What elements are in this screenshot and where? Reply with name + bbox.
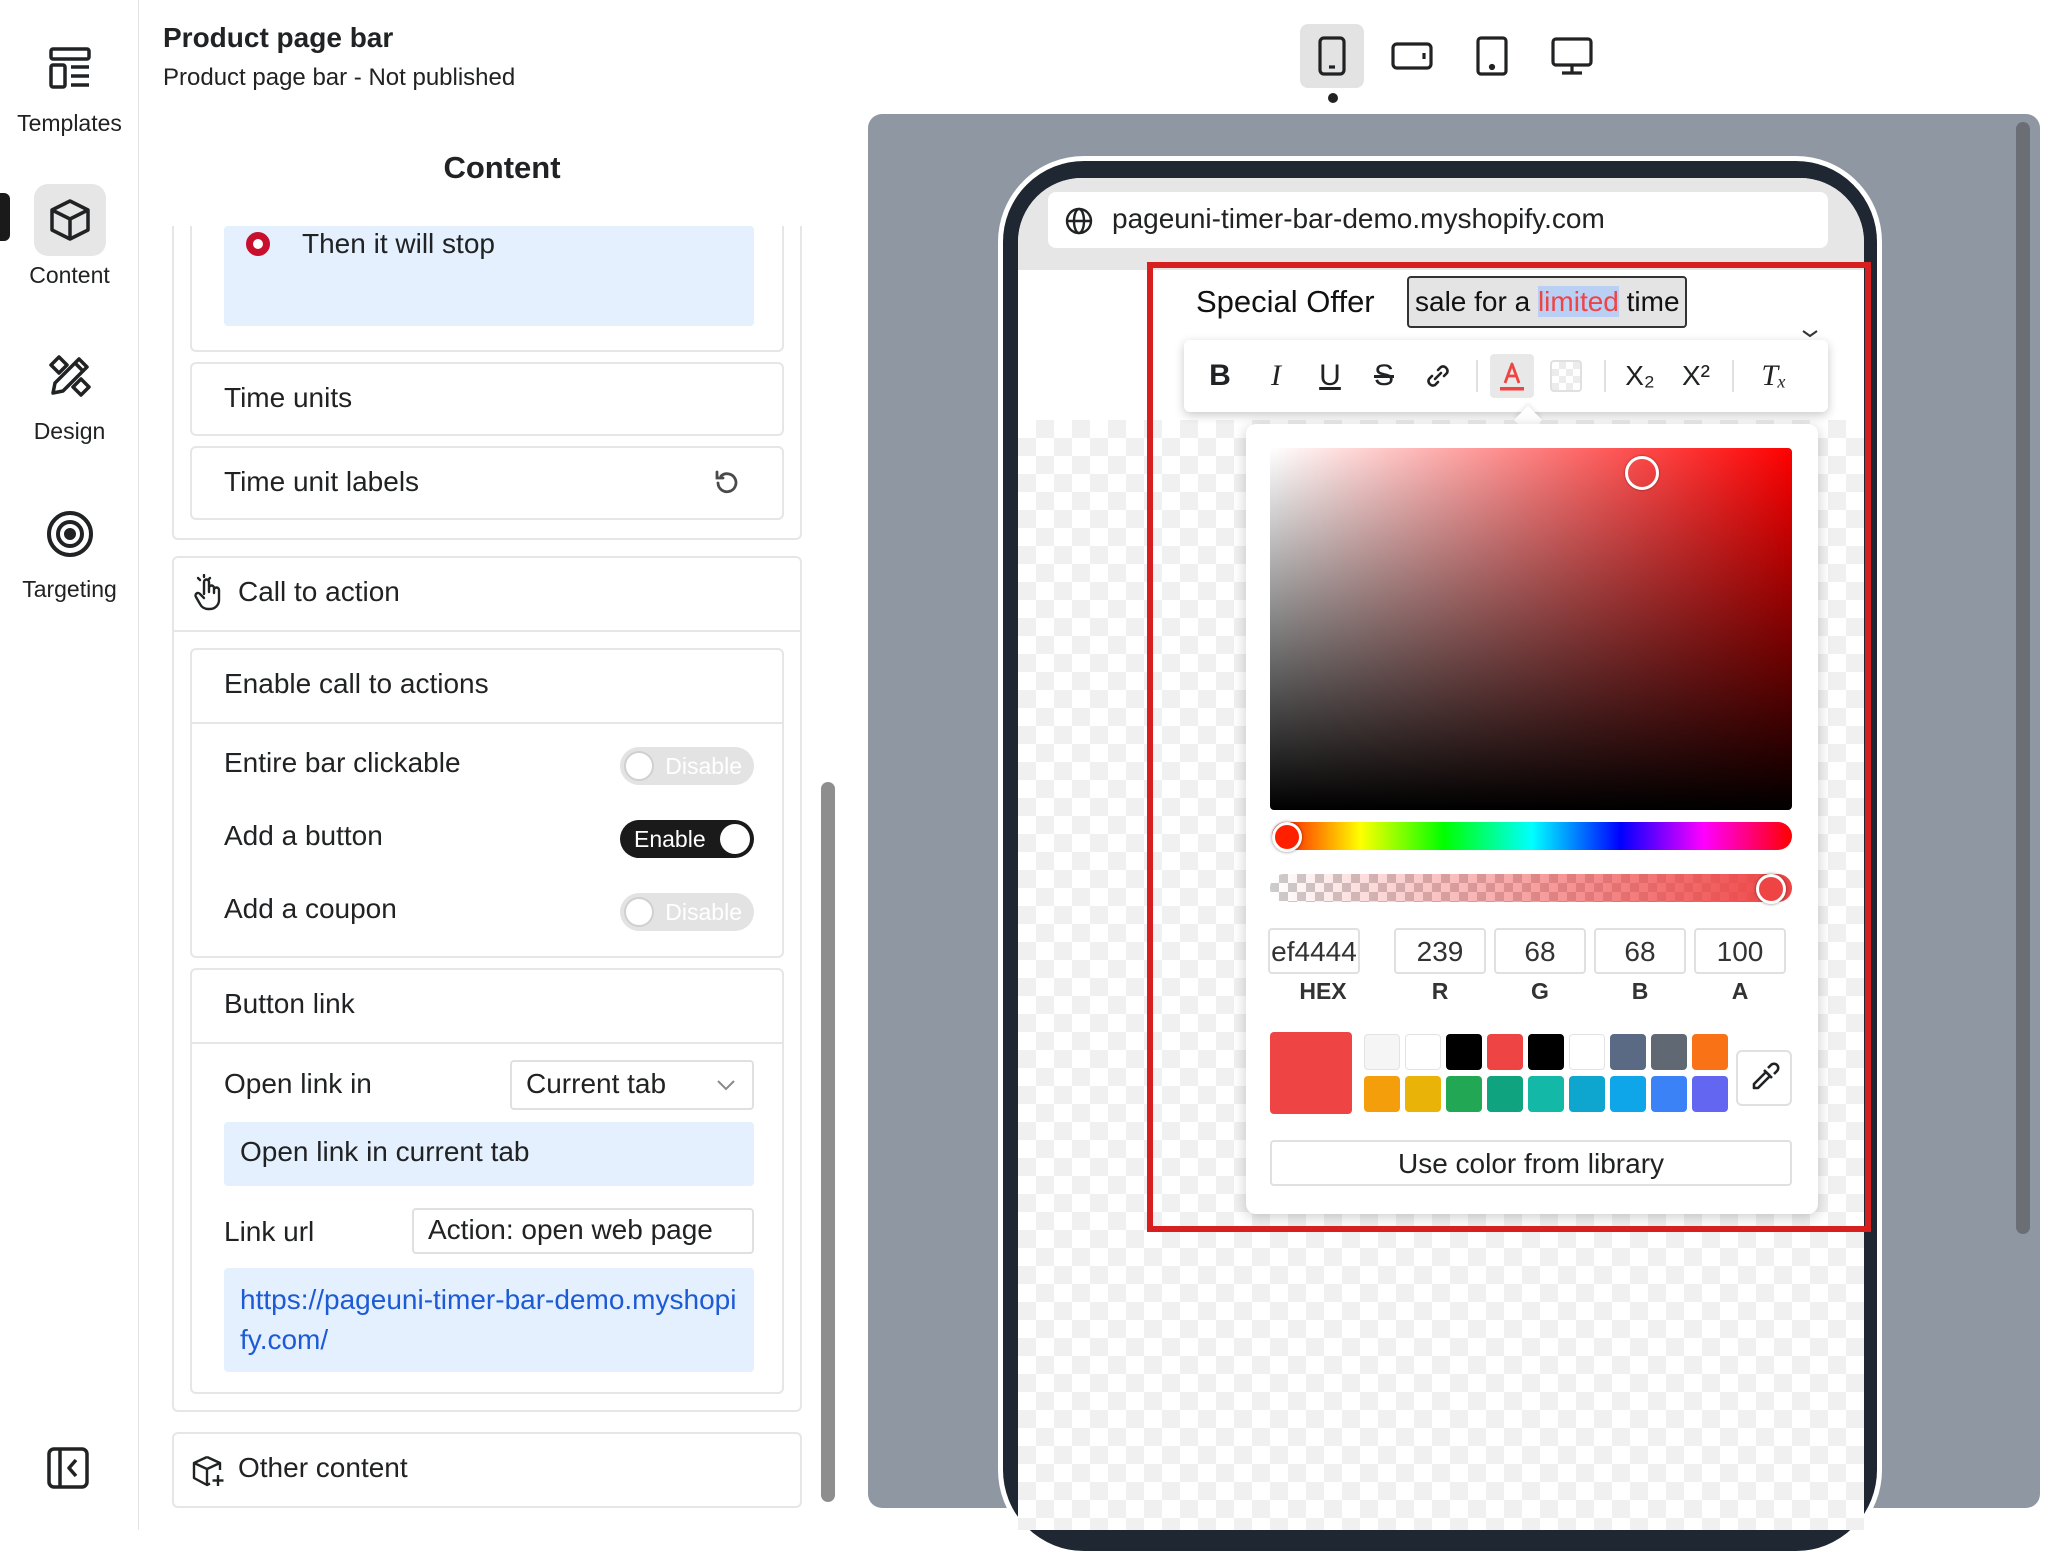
rail-label-design: Design [33, 418, 106, 444]
page-title: Product page bar [163, 22, 394, 53]
link-url-value: https://pageuni-timer-bar-demo.myshopify… [240, 1284, 737, 1355]
time-units-label: Time units [224, 382, 353, 413]
toggle-state: Disable [665, 899, 742, 925]
enable-cta-header: Enable call to actions [224, 668, 489, 699]
link-url-input[interactable]: https://pageuni-timer-bar-demo.myshopify… [224, 1268, 754, 1372]
device-tablet-button[interactable] [1460, 24, 1524, 88]
rail-label-templates: Templates [17, 110, 122, 136]
rail-item-content[interactable]: Content [0, 184, 139, 289]
add-coupon-toggle[interactable]: Disable [620, 893, 754, 931]
reset-icon[interactable] [712, 468, 742, 498]
button-link-title: Button link [224, 988, 355, 1019]
open-link-hint: Open link in current tab [240, 1136, 530, 1167]
add-button-toggle[interactable]: Enable [620, 820, 754, 858]
desktop-icon [1550, 36, 1594, 76]
other-content-title: Other content [238, 1452, 408, 1483]
active-device-dot [1328, 93, 1338, 103]
cube-icon [33, 184, 106, 256]
toggle-state: Enable [634, 826, 706, 852]
rail-label-content: Content [29, 262, 110, 288]
link-url-action: Action: open web page [428, 1214, 713, 1245]
entire-bar-toggle[interactable]: Disable [620, 747, 754, 785]
rail-item-templates[interactable]: Templates [0, 32, 139, 137]
preview-scrollbar[interactable] [2016, 122, 2030, 1234]
link-url-label: Link url [224, 1216, 315, 1247]
open-link-value: Current tab [526, 1068, 667, 1099]
time-unit-labels-label: Time unit labels [224, 466, 420, 497]
entire-bar-label: Entire bar clickable [224, 747, 461, 778]
divider [174, 630, 800, 632]
highlight-frame [1147, 262, 1871, 1232]
device-landscape-button[interactable] [1380, 24, 1444, 88]
globe-icon [1064, 206, 1094, 236]
target-icon [34, 498, 106, 570]
open-link-label: Open link in [224, 1068, 372, 1099]
rail-item-design[interactable]: Design [0, 340, 139, 445]
address-url: pageuni-timer-bar-demo.myshopify.com [1112, 203, 1605, 234]
rail-label-targeting: Targeting [22, 576, 117, 602]
cta-title[interactable]: Call to action [238, 576, 400, 608]
open-link-select[interactable]: Current tab [510, 1060, 754, 1110]
design-tools-icon [34, 340, 106, 412]
chevron-down-icon [716, 1078, 736, 1092]
divider [192, 722, 782, 724]
tablet-icon [1475, 35, 1509, 77]
landscape-icon [1390, 41, 1434, 71]
rail-item-targeting[interactable]: Targeting [0, 498, 139, 603]
hand-pointer-icon [192, 574, 226, 612]
stop-option-label: Then it will stop [302, 228, 495, 259]
add-button-label: Add a button [224, 820, 383, 851]
radio-selected-icon[interactable] [246, 232, 270, 256]
device-desktop-button[interactable] [1540, 24, 1604, 88]
device-mobile-button[interactable] [1300, 24, 1364, 88]
panel-title: Content [443, 150, 561, 185]
collapse-sidebar-icon[interactable] [46, 1446, 90, 1490]
left-rail: Templates Content Design Targeting [0, 0, 139, 1530]
add-coupon-label: Add a coupon [224, 893, 397, 924]
cube-add-icon [192, 1454, 226, 1488]
page-subtitle: Product page bar - Not published [163, 64, 516, 91]
panel-scrollbar[interactable] [821, 782, 835, 1502]
divider [192, 1042, 782, 1044]
link-url-action-select[interactable]: Action: open web page [412, 1208, 754, 1254]
content-panel: Then it will stop Time units Time unit l… [172, 226, 802, 1530]
toggle-state: Disable [665, 753, 742, 779]
mobile-icon [1317, 35, 1347, 77]
templates-icon [34, 32, 106, 104]
